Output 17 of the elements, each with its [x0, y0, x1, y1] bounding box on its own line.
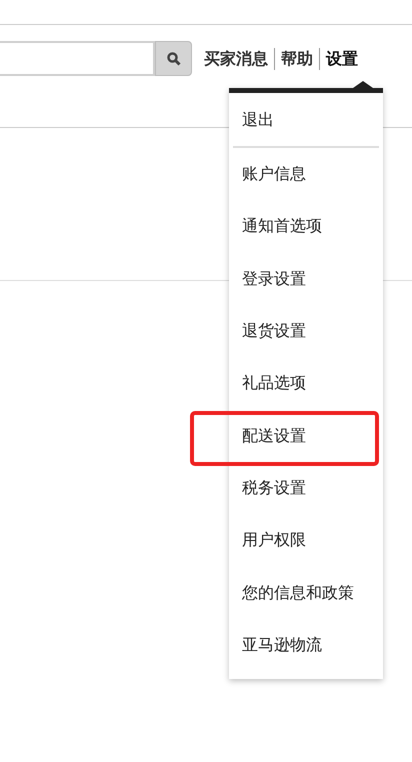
menu-item[interactable]: 通知首选项: [242, 214, 322, 238]
menu-item[interactable]: 退出: [242, 110, 274, 129]
menu-item[interactable]: 礼品选项: [242, 371, 306, 396]
menu-item[interactable]: 登录设置: [242, 266, 306, 291]
menu-item[interactable]: 税务设置: [242, 476, 306, 500]
nav-link[interactable]: 买家消息: [204, 46, 268, 70]
menu-item[interactable]: 退货设置: [242, 319, 306, 344]
menu-item[interactable]: 账户信息: [242, 162, 306, 186]
nav-link[interactable]: 设置: [326, 46, 358, 70]
search-button[interactable]: [155, 41, 192, 76]
search-field[interactable]: [0, 41, 155, 76]
search-icon: [166, 52, 180, 66]
menu-item[interactable]: 配送设置: [242, 424, 306, 448]
menu-item[interactable]: 用户权限: [242, 528, 306, 552]
menu-item[interactable]: 您的信息和政策: [242, 580, 354, 605]
menu-item[interactable]: 亚马逊物流: [242, 632, 322, 657]
nav-link[interactable]: 帮助: [281, 46, 313, 70]
